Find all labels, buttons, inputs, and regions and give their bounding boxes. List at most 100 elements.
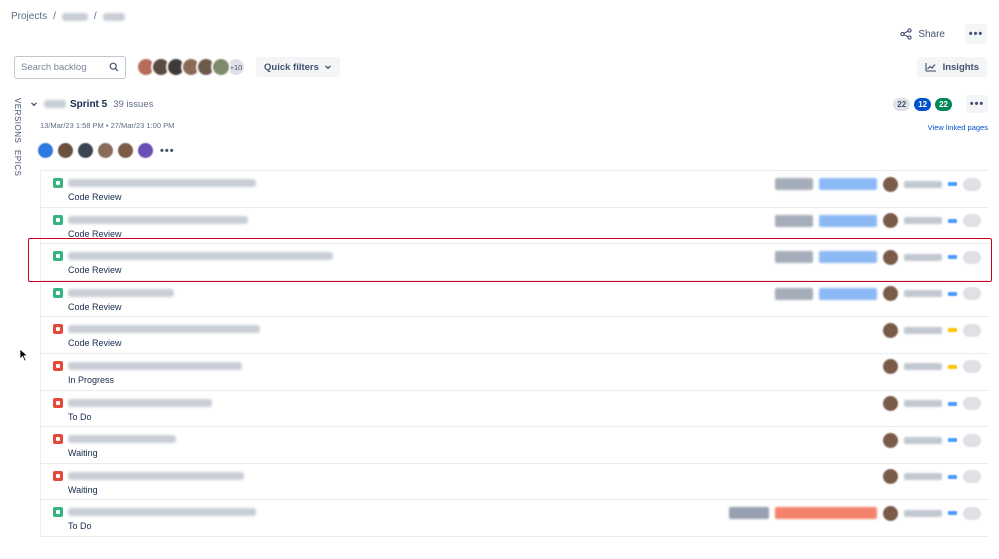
share-button[interactable]: Share (894, 24, 951, 44)
issue-meta (883, 359, 981, 375)
todo-count-badge: 22 (893, 97, 911, 111)
breadcrumb-board-link[interactable] (102, 12, 125, 21)
assignee-avatar[interactable] (883, 322, 898, 338)
priority-icon (948, 182, 957, 186)
breadcrumb: Projects / / (11, 11, 125, 22)
issue-row[interactable]: Code Review (40, 244, 989, 281)
issue-key[interactable] (904, 180, 942, 188)
issue-key[interactable] (904, 253, 942, 261)
issue-summary[interactable] (68, 361, 242, 370)
issue-summary[interactable] (68, 288, 174, 297)
story-points-badge[interactable] (963, 360, 981, 374)
assignee-avatar[interactable] (883, 505, 898, 521)
priority-icon (948, 401, 957, 406)
avatar[interactable] (138, 143, 153, 158)
issue-label (729, 507, 769, 520)
avatar[interactable] (38, 143, 53, 158)
sprint-title: Sprint 5 (44, 99, 107, 110)
issue-summary[interactable] (68, 471, 244, 480)
story-points-badge[interactable] (963, 250, 981, 264)
issue-row[interactable]: Waiting (40, 427, 989, 464)
issue-row[interactable]: In Progress (40, 353, 989, 391)
quick-filters-button[interactable]: Quick filters (256, 57, 340, 77)
chevron-down-icon[interactable] (30, 100, 38, 108)
avatar[interactable] (118, 143, 133, 158)
assignee-avatar[interactable] (883, 176, 898, 192)
issue-key[interactable] (904, 400, 942, 408)
issue-row[interactable]: To Do (40, 500, 989, 537)
story-points-badge[interactable] (963, 397, 981, 411)
assignee-avatar[interactable] (883, 213, 898, 229)
story-points-badge[interactable] (963, 433, 981, 447)
assignee-avatar[interactable] (883, 432, 898, 448)
story-points-badge[interactable] (963, 323, 981, 337)
sprint-participants: ••• (38, 143, 175, 158)
issue-meta (729, 505, 981, 521)
issue-row[interactable]: To Do (40, 390, 989, 428)
issue-row[interactable]: Code Review (40, 207, 989, 245)
issue-key[interactable] (904, 509, 942, 517)
story-points-badge[interactable] (963, 177, 981, 191)
assignee-avatar[interactable] (883, 469, 898, 485)
sprint-board-prefix (44, 100, 66, 108)
issue-row[interactable]: Code Review (40, 171, 989, 208)
issue-key[interactable] (904, 326, 942, 334)
breadcrumb-separator: / (93, 11, 97, 22)
story-points-badge[interactable] (963, 470, 981, 484)
issue-summary[interactable] (68, 508, 256, 517)
story-points-badge[interactable] (963, 214, 981, 228)
issue-key[interactable] (904, 217, 942, 225)
view-linked-pages-link[interactable]: View linked pages (928, 123, 988, 132)
issue-summary[interactable] (68, 179, 256, 187)
assignee-avatar[interactable] (883, 249, 898, 265)
issue-summary[interactable] (68, 435, 176, 444)
avatar[interactable] (211, 57, 231, 77)
epic-label[interactable] (775, 507, 877, 520)
story-icon (53, 178, 63, 188)
issue-key[interactable] (904, 436, 942, 444)
assignee-avatar[interactable] (883, 286, 898, 302)
sprint-status-counts: 22 12 22 ••• (893, 95, 988, 113)
more-icon: ••• (969, 98, 985, 110)
insights-label: Insights (942, 61, 979, 73)
issue-key[interactable] (904, 473, 942, 481)
breadcrumb-project-link[interactable] (61, 12, 88, 21)
sprint-header: Sprint 5 39 issues 22 12 22 ••• (30, 95, 988, 113)
avatar[interactable] (78, 143, 93, 158)
issue-meta (775, 286, 981, 302)
insights-button[interactable]: Insights (916, 57, 987, 77)
issue-row[interactable]: Waiting (40, 463, 989, 501)
assignee-avatar[interactable] (883, 396, 898, 412)
tab-versions[interactable]: VERSIONS (13, 98, 22, 143)
epic-label[interactable] (819, 251, 877, 264)
epic-label[interactable] (819, 287, 877, 300)
issue-status: Code Review (68, 265, 122, 276)
breadcrumb-projects-link[interactable]: Projects (11, 11, 47, 22)
epic-label[interactable] (819, 214, 877, 227)
story-points-badge[interactable] (963, 506, 981, 520)
issue-label (775, 251, 813, 264)
insights-chart-icon (925, 63, 936, 72)
priority-icon (948, 364, 957, 369)
issue-summary[interactable] (68, 325, 260, 334)
more-participants-icon[interactable]: ••• (160, 145, 175, 157)
mouse-cursor-icon (19, 348, 29, 362)
priority-icon (948, 291, 957, 296)
issue-key[interactable] (904, 290, 942, 298)
avatar[interactable] (58, 143, 73, 158)
priority-icon (948, 511, 957, 516)
story-points-badge[interactable] (963, 287, 981, 301)
issue-summary[interactable] (68, 215, 248, 224)
issue-row[interactable]: Code Review (40, 280, 989, 318)
issue-row[interactable]: Code Review (40, 317, 989, 354)
sprint-more-button[interactable]: ••• (966, 95, 988, 113)
issue-summary[interactable] (68, 398, 212, 407)
epic-label[interactable] (819, 178, 877, 190)
tab-epics[interactable]: EPICS (13, 150, 22, 177)
issue-key[interactable] (904, 363, 942, 371)
assignee-avatar[interactable] (883, 359, 898, 375)
more-actions-button[interactable]: ••• (965, 24, 987, 44)
issue-summary[interactable] (68, 252, 333, 261)
search-input[interactable] (21, 61, 107, 73)
avatar[interactable] (98, 143, 113, 158)
